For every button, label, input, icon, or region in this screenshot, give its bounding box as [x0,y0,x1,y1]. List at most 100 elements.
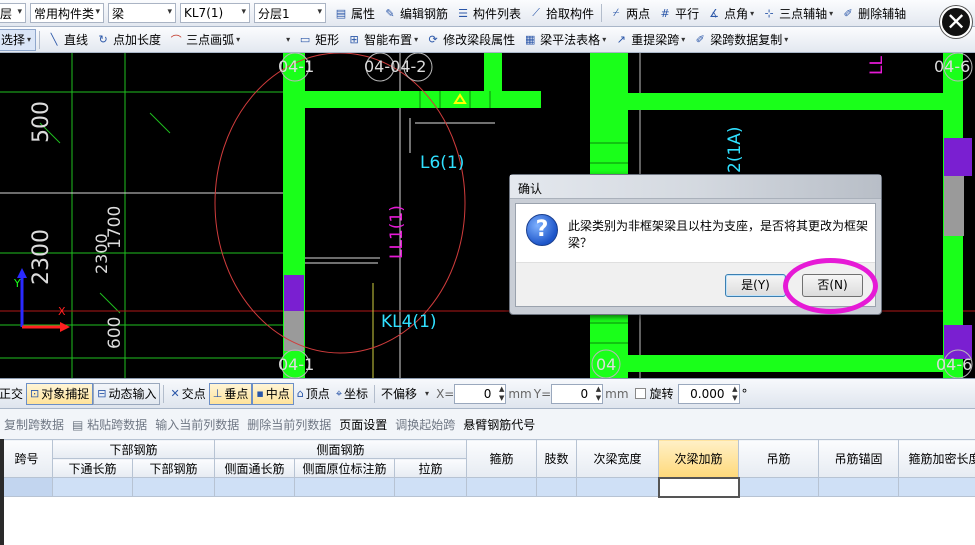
arc-icon: ⌒ [170,33,182,47]
intersection-snap[interactable]: ✕ 交点 [167,383,208,405]
col-header[interactable]: 箍筋 [466,439,538,478]
point-angle-button[interactable]: ∡ 点角 ▾ [703,2,758,24]
col-header[interactable]: 下部钢筋 [131,458,216,478]
arc-dropdown[interactable]: ▾ [280,29,294,51]
paste-span-link[interactable]: ▤ 粘贴跨数据 [72,416,155,433]
category-combo[interactable]: 常用构件类 ▾ [30,3,104,23]
delete-aux-button[interactable]: ✐ 删除辅轴 [837,2,910,24]
three-point-arc-label: 三点画弧 [186,33,235,47]
spinner-icon[interactable]: ▲ ▼ [596,385,601,403]
table-cell[interactable] [394,477,468,497]
table-cell-selected[interactable] [657,476,740,498]
dimension-label: 2300 [92,233,111,274]
col-header[interactable]: 跨号 [0,439,53,478]
table-cell[interactable] [52,477,133,497]
page-setup-link[interactable]: 页面设置 [339,416,395,433]
pick-element-button[interactable]: ⟋ 拾取构件 [525,2,598,24]
floor-combo[interactable]: 层 ▾ [0,3,26,23]
pick-element-label: 拾取构件 [546,6,595,21]
vertex-icon: ⌂ [296,387,304,400]
smart-layout-label: 智能布置 [364,33,413,47]
table-cell[interactable] [576,477,660,497]
col-header[interactable]: 拉筋 [394,458,468,478]
beam-table-button[interactable]: ▦ 梁平法表格 ▾ [519,29,610,51]
coordinate-icon: ⌖ [335,386,343,400]
table-cell[interactable] [818,477,900,497]
two-points-label: 两点 [626,6,651,21]
table-cell[interactable] [738,477,820,497]
properties-icon: ▤ [335,6,347,20]
copy-span-data-button[interactable]: ✐ 梁跨数据复制 ▾ [689,29,792,51]
element-list-button[interactable]: ☰ 构件列表 [452,2,525,24]
parallel-button[interactable]: # 平行 [654,2,703,24]
col-header[interactable]: 侧面原位标注筋 [294,458,396,478]
col-header[interactable]: 肢数 [536,439,578,478]
table-cell[interactable] [536,477,578,497]
reextract-span-button[interactable]: ↗ 重提梁跨 ▾ [610,29,689,51]
edit-rebar-label: 编辑钢筋 [400,6,449,21]
table-action-bar: 复制跨数据 ▤ 粘贴跨数据 输入当前列数据 删除当前列数据 页面设置 调换起始跨… [0,409,975,439]
offset-combo[interactable]: 不偏移 ▾ [378,383,432,405]
table-cell[interactable] [466,477,538,497]
svg-text:X: X [58,305,66,318]
sublayer-combo[interactable]: 分层1 ▾ [254,3,326,23]
dynamic-input-toggle[interactable]: ⊟ 动态输入 [93,382,161,405]
point-length-label: 点加长度 [113,33,162,47]
y-label: Y= [533,386,552,401]
midpoint-snap[interactable]: ▪ 中点 [252,382,294,405]
three-point-aux-button[interactable]: ⊹ 三点辅轴 ▾ [758,2,837,24]
element-type-combo[interactable]: 梁 ▾ [108,3,176,23]
spinner-icon[interactable]: ▲ ▼ [732,385,737,403]
table-cell[interactable] [214,477,296,497]
orthogonal-toggle[interactable]: 正交 [0,383,26,405]
x-input[interactable]: 0 ▲ ▼ [454,383,507,404]
close-icon[interactable]: ✕ [940,6,972,38]
edit-rebar-button[interactable]: ✎ 编辑钢筋 [379,2,452,24]
toolbar-separator [374,384,376,403]
three-point-arc-button[interactable]: ⌒ 三点画弧 ▾ [165,29,244,51]
col-header[interactable]: 箍筋加密长度 [898,439,975,478]
table-cell[interactable] [0,477,53,497]
copy-span-link[interactable]: 复制跨数据 [4,416,72,433]
dimension-label: 2300 [29,229,54,285]
swap-start-span-link[interactable]: 调换起始跨 [395,416,463,433]
col-header-selected[interactable]: 次梁加筋 [658,439,740,478]
properties-button[interactable]: ▤ 属性 [330,2,379,24]
beam-label-LL1: LL1(1) [387,205,407,259]
coordinate-snap[interactable]: ⌖ 坐标 [333,383,371,405]
vertex-snap[interactable]: ⌂ 顶点 [294,383,333,405]
cantilever-code-link[interactable]: 悬臂钢筋代号 [463,416,543,433]
yes-button[interactable]: 是(Y) [725,274,786,297]
smart-layout-button[interactable]: ⊞ 智能布置 ▾ [343,29,422,51]
two-points-button[interactable]: ⌿ 两点 [605,2,654,24]
offset-value: 不偏移 [381,387,418,401]
col-header[interactable]: 下通长筋 [52,458,133,478]
toolbar-separator [163,384,165,403]
element-name-value: KL7(1) [184,6,224,20]
delete-current-col-link[interactable]: 删除当前列数据 [247,416,339,433]
object-snap-toggle[interactable]: ⊡ 对象捕捉 [26,382,94,405]
perpendicular-snap[interactable]: ⊥ 垂点 [208,382,253,405]
y-input[interactable]: 0 ▲ ▼ [551,383,604,404]
table-cell[interactable] [131,477,216,497]
col-header[interactable]: 吊筋 [738,439,820,478]
table-cell[interactable] [898,477,975,497]
properties-label: 属性 [351,6,376,21]
col-header[interactable]: 次梁宽度 [576,439,660,478]
unit-label: mm [605,386,629,401]
col-header[interactable]: 侧面通长筋 [214,458,296,478]
parallel-label: 平行 [675,6,700,21]
rotate-input[interactable]: 0.000 ▲ ▼ [677,383,740,404]
rectangle-button[interactable]: ▭ 矩形 [294,29,343,51]
line-button[interactable]: ╲ 直线 [43,29,92,51]
spinner-icon[interactable]: ▲ ▼ [499,385,504,403]
point-length-button[interactable]: ↻ 点加长度 [92,29,165,51]
col-header[interactable]: 吊筋锚固 [818,439,900,478]
table-cell[interactable] [294,477,396,497]
rotate-checkbox[interactable] [634,388,646,399]
select-button[interactable]: 选择 ▾ [0,28,37,51]
vertex-label: 顶点 [305,387,330,401]
modify-span-props-button[interactable]: ⟳ 修改梁段属性 [422,29,519,51]
element-name-combo[interactable]: KL7(1) ▾ [180,3,250,23]
input-current-col-link[interactable]: 输入当前列数据 [155,416,247,433]
